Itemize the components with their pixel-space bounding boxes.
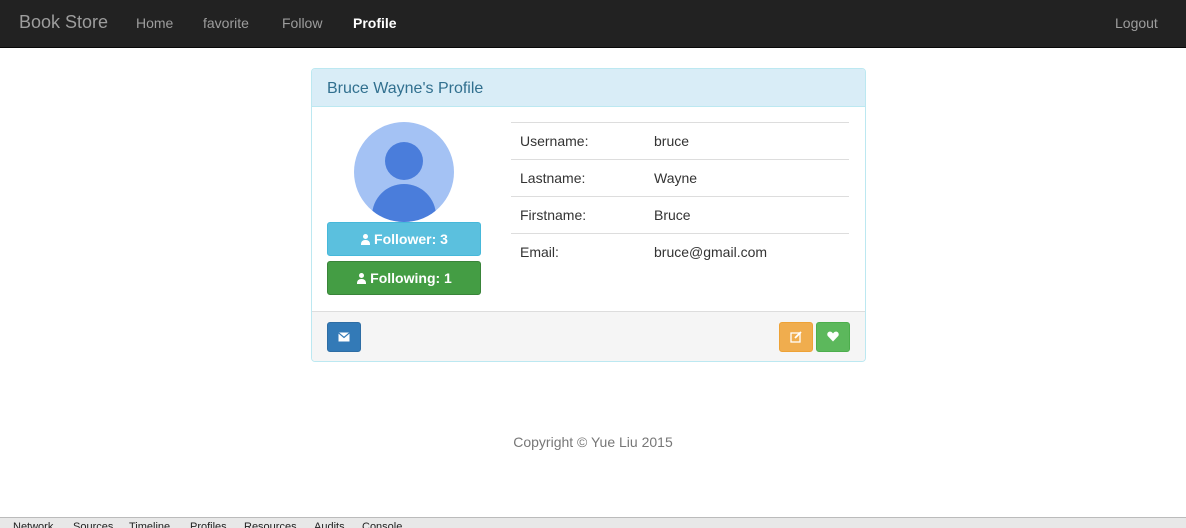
panel-footer bbox=[312, 311, 865, 361]
avatar-head bbox=[385, 142, 423, 180]
follower-button[interactable]: Follower: 3 bbox=[327, 222, 481, 256]
nav-profile[interactable]: Profile bbox=[353, 15, 397, 31]
row-key: Firstname: bbox=[520, 207, 587, 223]
devtools-tab-resources[interactable]: Resources bbox=[244, 520, 297, 528]
logout-link[interactable]: Logout bbox=[1115, 15, 1158, 31]
row-value: bruce bbox=[654, 133, 690, 149]
devtools-tab-timeline[interactable]: Timeline bbox=[129, 520, 170, 528]
favorite-button[interactable] bbox=[816, 322, 850, 352]
devtools-tab-console[interactable]: Console bbox=[362, 520, 402, 528]
user-icon bbox=[356, 273, 367, 284]
row-key: Username: bbox=[520, 133, 589, 149]
row-value: Bruce bbox=[654, 207, 691, 223]
devtools-tab-network[interactable]: Network bbox=[13, 520, 53, 528]
table-row: Email: bruce@gmail.com bbox=[511, 233, 849, 270]
profile-info-table: Username: bruce Lastname: Wayne Firstnam… bbox=[511, 122, 849, 270]
envelope-icon bbox=[338, 332, 350, 342]
devtools-tabbar: Network Sources Timeline Profiles Resour… bbox=[0, 517, 1186, 528]
table-row: Username: bruce bbox=[511, 122, 849, 159]
table-row: Firstname: Bruce bbox=[511, 196, 849, 233]
profile-panel: Bruce Wayne's Profile Follower: 3 Follow… bbox=[311, 68, 866, 362]
nav-home[interactable]: Home bbox=[136, 15, 173, 31]
heart-icon bbox=[827, 331, 839, 342]
follower-label: Follower: 3 bbox=[374, 231, 448, 247]
navbar: Book Store Home favorite Follow Profile … bbox=[0, 0, 1186, 48]
user-avatar-icon bbox=[354, 122, 454, 222]
avatar-body bbox=[372, 184, 436, 222]
user-icon bbox=[360, 234, 371, 245]
row-key: Lastname: bbox=[520, 170, 586, 186]
following-button[interactable]: Following: 1 bbox=[327, 261, 481, 295]
devtools-tab-sources[interactable]: Sources bbox=[73, 520, 113, 528]
devtools-tab-profiles[interactable]: Profiles bbox=[190, 520, 227, 528]
copyright-text: Copyright © Yue Liu 2015 bbox=[513, 434, 673, 450]
following-label: Following: 1 bbox=[370, 270, 452, 286]
nav-follow[interactable]: Follow bbox=[282, 15, 322, 31]
panel-heading: Bruce Wayne's Profile bbox=[312, 69, 865, 107]
nav-favorite[interactable]: favorite bbox=[203, 15, 249, 31]
message-button[interactable] bbox=[327, 322, 361, 352]
devtools-tab-audits[interactable]: Audits bbox=[314, 520, 345, 528]
brand-link[interactable]: Book Store bbox=[19, 12, 108, 33]
row-key: Email: bbox=[520, 244, 559, 260]
edit-button[interactable] bbox=[779, 322, 813, 352]
row-value: bruce@gmail.com bbox=[654, 244, 768, 260]
table-row: Lastname: Wayne bbox=[511, 159, 849, 196]
row-value: Wayne bbox=[654, 170, 698, 186]
edit-icon bbox=[790, 331, 802, 343]
profile-title: Bruce Wayne's Profile bbox=[327, 80, 484, 97]
